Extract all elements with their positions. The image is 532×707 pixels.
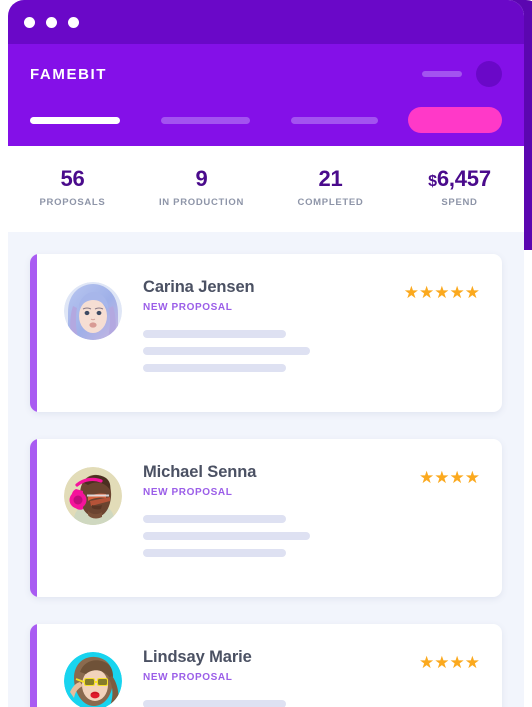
header-account-area [422, 61, 502, 87]
stats-bar: 56 PROPOSALS 9 IN PRODUCTION 21 COMPLETE… [8, 146, 524, 233]
rating-stars[interactable]: ★★★★ [419, 654, 480, 671]
avatar[interactable] [476, 61, 502, 87]
skeleton-line [143, 532, 310, 541]
stat-label: IN PRODUCTION [158, 197, 245, 209]
app-logo[interactable]: FAMEBIT [30, 66, 107, 83]
window-minimize-dot-icon[interactable] [46, 16, 57, 28]
window-titlebar [8, 0, 524, 44]
card-accent-bar [30, 254, 37, 413]
status-badge: NEW PROPOSAL [143, 672, 233, 684]
skeleton-line [143, 347, 310, 356]
window-close-dot-icon[interactable] [24, 16, 35, 28]
avatar-michael-senna[interactable] [64, 467, 122, 526]
stat-label: SPEND [441, 197, 478, 209]
stat-value: 56 [60, 166, 85, 191]
card-content: Lindsay Marie NEW PROPOSAL [122, 648, 419, 707]
primary-cta-button[interactable] [408, 107, 502, 133]
skeleton-line [143, 364, 286, 373]
creator-name: Carina Jensen [143, 278, 255, 297]
creator-name: Michael Senna [143, 463, 257, 482]
nav-item-1[interactable] [30, 116, 120, 124]
header-nav-row [30, 107, 502, 133]
description-placeholder [143, 515, 419, 558]
skeleton-line [143, 330, 286, 339]
description-placeholder [143, 700, 419, 707]
avatar-carina-jensen[interactable] [64, 282, 122, 341]
stat-value: $6,457 [395, 166, 524, 191]
creator-name: Lindsay Marie [143, 648, 252, 667]
rating-stars[interactable]: ★★★★ [419, 469, 480, 486]
proposals-list: Carina Jensen NEW PROPOSAL ★★★★★ Michael… [8, 232, 524, 707]
rating-stars[interactable]: ★★★★★ [404, 284, 480, 301]
stat-in-production: 9 IN PRODUCTION [137, 166, 266, 209]
account-name-placeholder[interactable] [422, 71, 462, 77]
card-content: Michael Senna NEW PROPOSAL [122, 463, 419, 566]
list-item[interactable]: Lindsay Marie NEW PROPOSAL ★★★★ [30, 624, 502, 707]
status-badge: NEW PROPOSAL [143, 487, 233, 499]
stat-proposals: 56 PROPOSALS [8, 166, 137, 209]
card-content: Carina Jensen NEW PROPOSAL [122, 278, 404, 381]
stat-label: PROPOSALS [39, 197, 106, 209]
skeleton-line [143, 515, 286, 524]
list-item[interactable]: Michael Senna NEW PROPOSAL ★★★★ [30, 439, 502, 598]
main-nav [30, 116, 378, 124]
stat-completed: 21 COMPLETED [266, 166, 395, 209]
skeleton-line [143, 549, 286, 558]
stat-amount: 6,457 [436, 166, 491, 191]
stat-value: 21 [318, 166, 343, 191]
stat-spend: $6,457 SPEND [395, 166, 524, 209]
nav-item-2[interactable] [161, 116, 250, 124]
browser-window: FAMEBIT 56 PROPOSALS 9 IN PRODUCTION 21 [8, 0, 524, 707]
window-maximize-dot-icon[interactable] [68, 16, 79, 28]
avatar-lindsay-marie[interactable] [64, 652, 122, 707]
card-accent-bar [30, 439, 37, 598]
stat-label: COMPLETED [297, 197, 364, 209]
description-placeholder [143, 330, 404, 373]
app-header: FAMEBIT [8, 44, 524, 146]
stat-value: 9 [195, 166, 208, 191]
nav-item-3[interactable] [291, 116, 378, 124]
list-item[interactable]: Carina Jensen NEW PROPOSAL ★★★★★ [30, 254, 502, 413]
currency-symbol: $ [428, 173, 437, 190]
card-accent-bar [30, 624, 37, 707]
skeleton-line [143, 700, 286, 707]
status-badge: NEW PROPOSAL [143, 302, 233, 314]
header-top-row: FAMEBIT [30, 44, 502, 87]
